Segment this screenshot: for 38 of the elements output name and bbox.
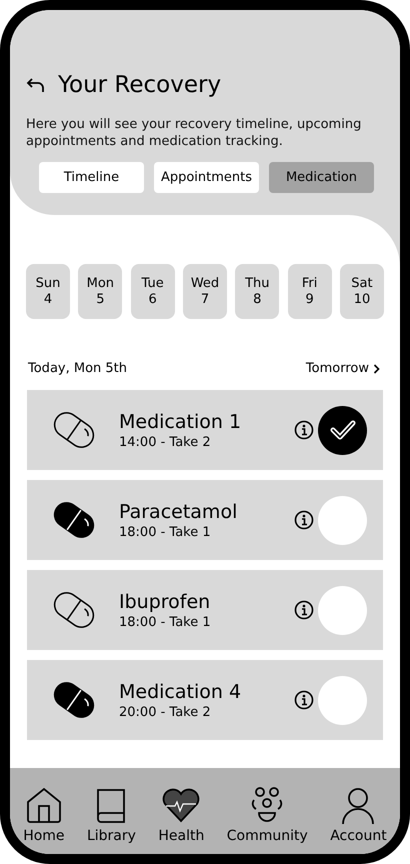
back-icon[interactable] bbox=[26, 77, 46, 93]
nav-item[interactable]: Community bbox=[226, 786, 308, 844]
page-description: Here you will see your recovery timeline, upcoming appointments and medication tracking. bbox=[26, 116, 362, 150]
taken-checkbox[interactable] bbox=[318, 676, 367, 724]
medication-name: Medication 1 bbox=[119, 410, 242, 432]
tab[interactable]: Timeline bbox=[39, 162, 144, 193]
page-title: Your Recovery bbox=[58, 72, 222, 98]
taken-checkbox[interactable] bbox=[318, 496, 367, 544]
nav-item[interactable]: Health bbox=[158, 786, 204, 844]
tab[interactable]: Medication bbox=[269, 162, 374, 193]
tomorrow-link[interactable]: Tomorrow bbox=[306, 361, 380, 376]
chevron-icon bbox=[373, 364, 380, 374]
medication-schedule: 20:00 - Take 2 bbox=[119, 704, 212, 720]
nav-item[interactable]: Library bbox=[86, 786, 136, 844]
day-chip[interactable]: Tue 6 bbox=[130, 264, 175, 319]
taken-checkbox[interactable] bbox=[318, 406, 367, 454]
tab[interactable]: Appointments bbox=[154, 162, 259, 193]
medication-schedule: 14:00 - Take 2 bbox=[119, 434, 212, 450]
day-chip[interactable]: Mon 5 bbox=[78, 264, 122, 319]
day-chip[interactable]: Sun 4 bbox=[26, 264, 70, 319]
check-icon bbox=[328, 418, 356, 442]
medication-name: Paracetamol bbox=[119, 500, 238, 522]
medication-schedule: 18:00 - Take 1 bbox=[119, 524, 212, 540]
info-icon[interactable] bbox=[294, 510, 314, 530]
day-chip[interactable]: Fri 9 bbox=[288, 264, 332, 319]
day-chip[interactable]: Sat 10 bbox=[340, 264, 384, 319]
current-day-label: Today, Mon 5th bbox=[28, 361, 128, 376]
day-chip[interactable]: Wed 7 bbox=[182, 264, 227, 319]
medication-name: Ibuprofen bbox=[119, 590, 212, 612]
taken-checkbox[interactable] bbox=[318, 586, 367, 634]
nav-item[interactable]: Account bbox=[330, 786, 387, 844]
day-chip[interactable]: Thu 8 bbox=[235, 264, 280, 319]
nav-item[interactable]: Home bbox=[23, 786, 65, 844]
medication-name: Medication 4 bbox=[119, 680, 242, 702]
info-icon[interactable] bbox=[294, 600, 314, 620]
info-icon[interactable] bbox=[294, 420, 314, 440]
medication-schedule: 18:00 - Take 1 bbox=[119, 614, 212, 630]
info-icon[interactable] bbox=[294, 690, 314, 710]
